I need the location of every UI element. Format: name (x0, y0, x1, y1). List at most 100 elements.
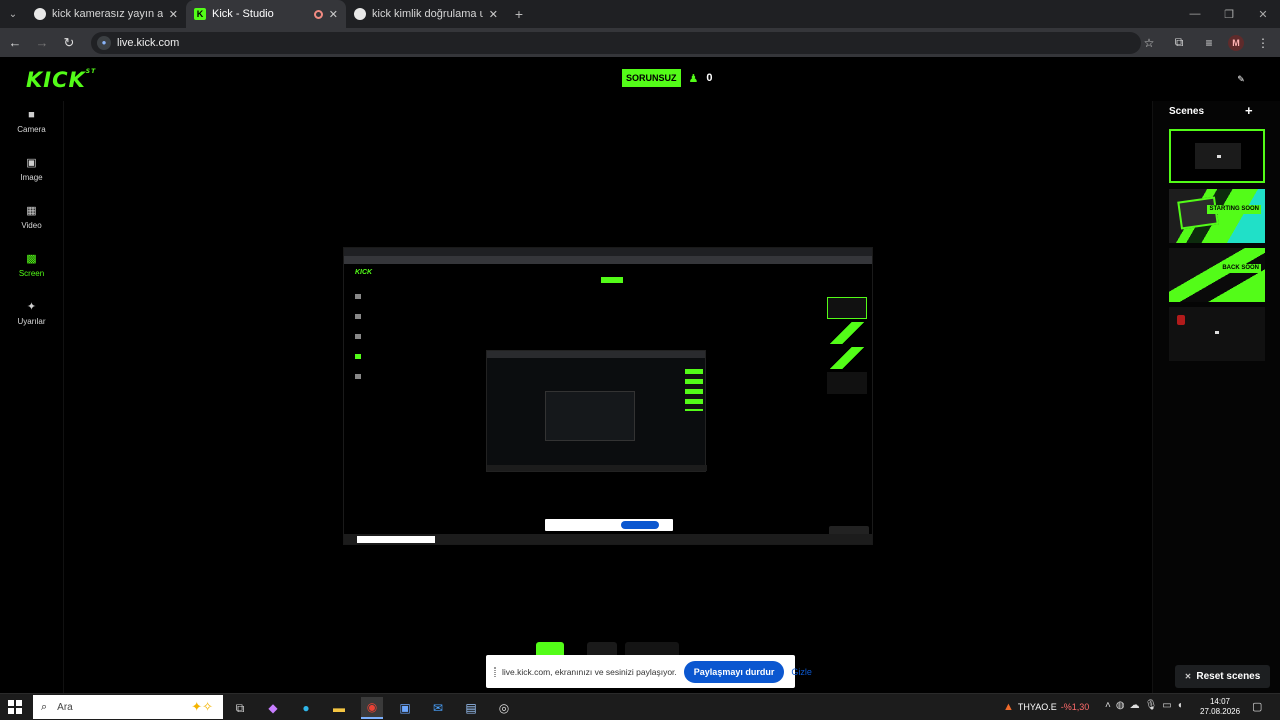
stop-sharing-button[interactable]: Paylaşmayı durdur (683, 660, 785, 683)
kick-logo[interactable]: KICKST (26, 68, 96, 92)
tab-title: kick kimlik doğrulama uygulama (372, 8, 483, 20)
close-tab-icon[interactable]: ✕ (489, 8, 498, 21)
alerts-icon: ✦ (26, 301, 37, 313)
kick-studio-page: KICKST SORUNSUZ ♟ 0 ✎ ■ Camera ▣ Image ▦… (0, 57, 1280, 693)
preview-status-badge (601, 277, 623, 283)
profile-avatar[interactable]: M (1228, 34, 1244, 51)
preview-toolbar (344, 256, 872, 264)
sidebar-item-label: Uyarılar (17, 317, 46, 326)
close-window-icon[interactable]: ✕ (1246, 0, 1280, 28)
stock-symbol: THYAO.E (1017, 702, 1057, 712)
preview-scenes (827, 297, 867, 397)
tab-kick-auth[interactable]: kick kimlik doğrulama uygulama ✕ (346, 0, 506, 28)
drag-handle-icon[interactable] (494, 666, 496, 677)
edge-icon[interactable]: ● (295, 697, 317, 719)
task-view-icon[interactable]: ⧉ (229, 697, 251, 719)
window-controls: — ❐ ✕ (1178, 0, 1280, 28)
taskbar-clock[interactable]: 14:07 27.08.2026 (1200, 697, 1240, 717)
mail-icon[interactable]: ✉ (427, 697, 449, 719)
share-message: live.kick.com, ekranınızı ve sesinizi pa… (502, 666, 677, 677)
scene-4[interactable] (1169, 307, 1265, 361)
tab-google-search[interactable]: kick kamerasız yayın açma - Go ✕ (26, 0, 186, 28)
reload-icon[interactable]: ↻ (57, 31, 81, 55)
user-avatar[interactable]: ✎ (1231, 69, 1251, 89)
browser-tabstrip: ⌄ kick kamerasız yayın açma - Go ✕ K Kic… (0, 0, 1280, 28)
media-controls-icon[interactable]: ≡ (1198, 32, 1220, 54)
volume-icon[interactable]: ◖ (1177, 700, 1183, 711)
tab-title: Kick - Studio (212, 8, 274, 20)
close-tab-icon[interactable]: ✕ (169, 8, 178, 21)
sidebar-item-image[interactable]: ▣ Image (0, 157, 63, 182)
preview-tabstrip (344, 248, 872, 256)
preview-logo: KICK (355, 269, 373, 276)
windows-start-icon[interactable] (8, 700, 22, 714)
screen-share-notification: live.kick.com, ekranınızı ve sesinizi pa… (486, 655, 812, 688)
network-icon[interactable]: ▭ (1162, 700, 1171, 711)
sidebar-item-alerts[interactable]: ✦ Uyarılar (0, 301, 63, 326)
onedrive-icon[interactable]: ☁ (1130, 700, 1140, 711)
store-icon[interactable]: ▣ (394, 697, 416, 719)
microphone-icon[interactable]: 🎙 (1145, 700, 1158, 711)
scene-1[interactable] (1169, 129, 1265, 183)
address-bar[interactable]: ● live.kick.com (91, 31, 1141, 54)
clock-time: 14:07 (1209, 697, 1231, 706)
status-badge: SORUNSUZ (622, 69, 681, 87)
tab-title: kick kamerasız yayın açma - Go (52, 8, 163, 20)
google-favicon-icon (34, 8, 46, 20)
forward-icon[interactable]: → (30, 31, 54, 55)
bookmark-star-icon[interactable]: ☆ (1138, 32, 1160, 54)
scene-alert-icon (1177, 315, 1185, 325)
show-hidden-icons-icon[interactable]: ˄ (1105, 700, 1111, 711)
stream-preview[interactable]: KICK (343, 247, 873, 545)
sidebar-item-screen[interactable]: ▩ Screen (0, 253, 63, 278)
reset-scenes-button[interactable]: ✕ Reset scenes (1175, 665, 1270, 688)
search-icon: ⌕ (41, 700, 48, 713)
tab-search-icon[interactable]: ⌄ (0, 0, 26, 28)
file-explorer-icon[interactable]: ▬ (328, 697, 350, 719)
copilot-icon[interactable]: ◆ (262, 697, 284, 719)
viewers-icon: ♟ (688, 72, 699, 85)
screen-icon: ▩ (26, 253, 37, 265)
scene-starting-soon[interactable]: STARTING SOON (1169, 189, 1265, 243)
kick-favicon-icon: K (194, 8, 206, 20)
notifications-icon[interactable]: ▢ (1252, 700, 1262, 713)
sidebar-item-label: Video (21, 221, 42, 230)
app-icon[interactable]: ▤ (460, 697, 482, 719)
preview-nested-capture (486, 350, 707, 472)
menu-icon[interactable]: ⋮ (1252, 32, 1274, 54)
tray-app-icon[interactable]: ◍ (1116, 700, 1125, 711)
hide-link[interactable]: Gizle (791, 667, 812, 677)
taskbar-search[interactable]: ⌕ Ara ✦✧ (33, 695, 223, 719)
scene-back-soon[interactable]: BACK SOON (1169, 248, 1265, 302)
logo-sup: ST (85, 68, 97, 75)
sidebar-item-label: Image (20, 173, 43, 182)
restore-icon[interactable]: ❐ (1212, 0, 1246, 28)
new-tab-icon[interactable]: + (506, 0, 532, 28)
site-info-icon[interactable]: ● (97, 35, 111, 50)
video-icon: ▦ (26, 205, 37, 217)
preview-taskbar (344, 534, 872, 544)
chrome-icon[interactable]: ◉ (361, 697, 383, 719)
close-tab-icon[interactable]: ✕ (329, 8, 338, 21)
stock-widget[interactable]: ▲ THYAO.E -%1,30 (1003, 701, 1089, 713)
stock-trend-icon: ▲ (1003, 701, 1014, 713)
system-tray: ˄ ◍ ☁ 🎙 ▭ ◖ (1105, 700, 1183, 711)
reset-label: Reset scenes (1196, 671, 1261, 682)
tab-kick-studio[interactable]: K Kick - Studio ✕ (186, 0, 346, 28)
sidebar-item-video[interactable]: ▦ Video (0, 205, 63, 230)
preview-sidebar (350, 294, 366, 394)
extensions-icon[interactable]: ⧉ (1168, 32, 1190, 54)
obs-recording-icon[interactable]: ◎ (493, 697, 515, 719)
back-icon[interactable]: ← (3, 31, 27, 55)
sidebar-item-label: Camera (17, 125, 46, 134)
sidebar-item-camera[interactable]: ■ Camera (0, 109, 63, 134)
minimize-icon[interactable]: — (1178, 0, 1212, 28)
windows-taskbar: ⌕ Ara ✦✧ ⧉ ◆ ● ▬ ◉ ▣ ✉ ▤ ◎ ▲ THYAO.E -%1… (0, 693, 1280, 720)
url-text: live.kick.com (117, 36, 180, 49)
image-icon: ▣ (26, 157, 37, 169)
sidebar-item-label: Screen (18, 269, 45, 278)
stock-change: -%1,30 (1060, 702, 1090, 712)
add-scene-icon[interactable]: + (1245, 103, 1253, 118)
close-icon: ✕ (1184, 672, 1192, 681)
clock-date: 27.08.2026 (1200, 707, 1241, 716)
